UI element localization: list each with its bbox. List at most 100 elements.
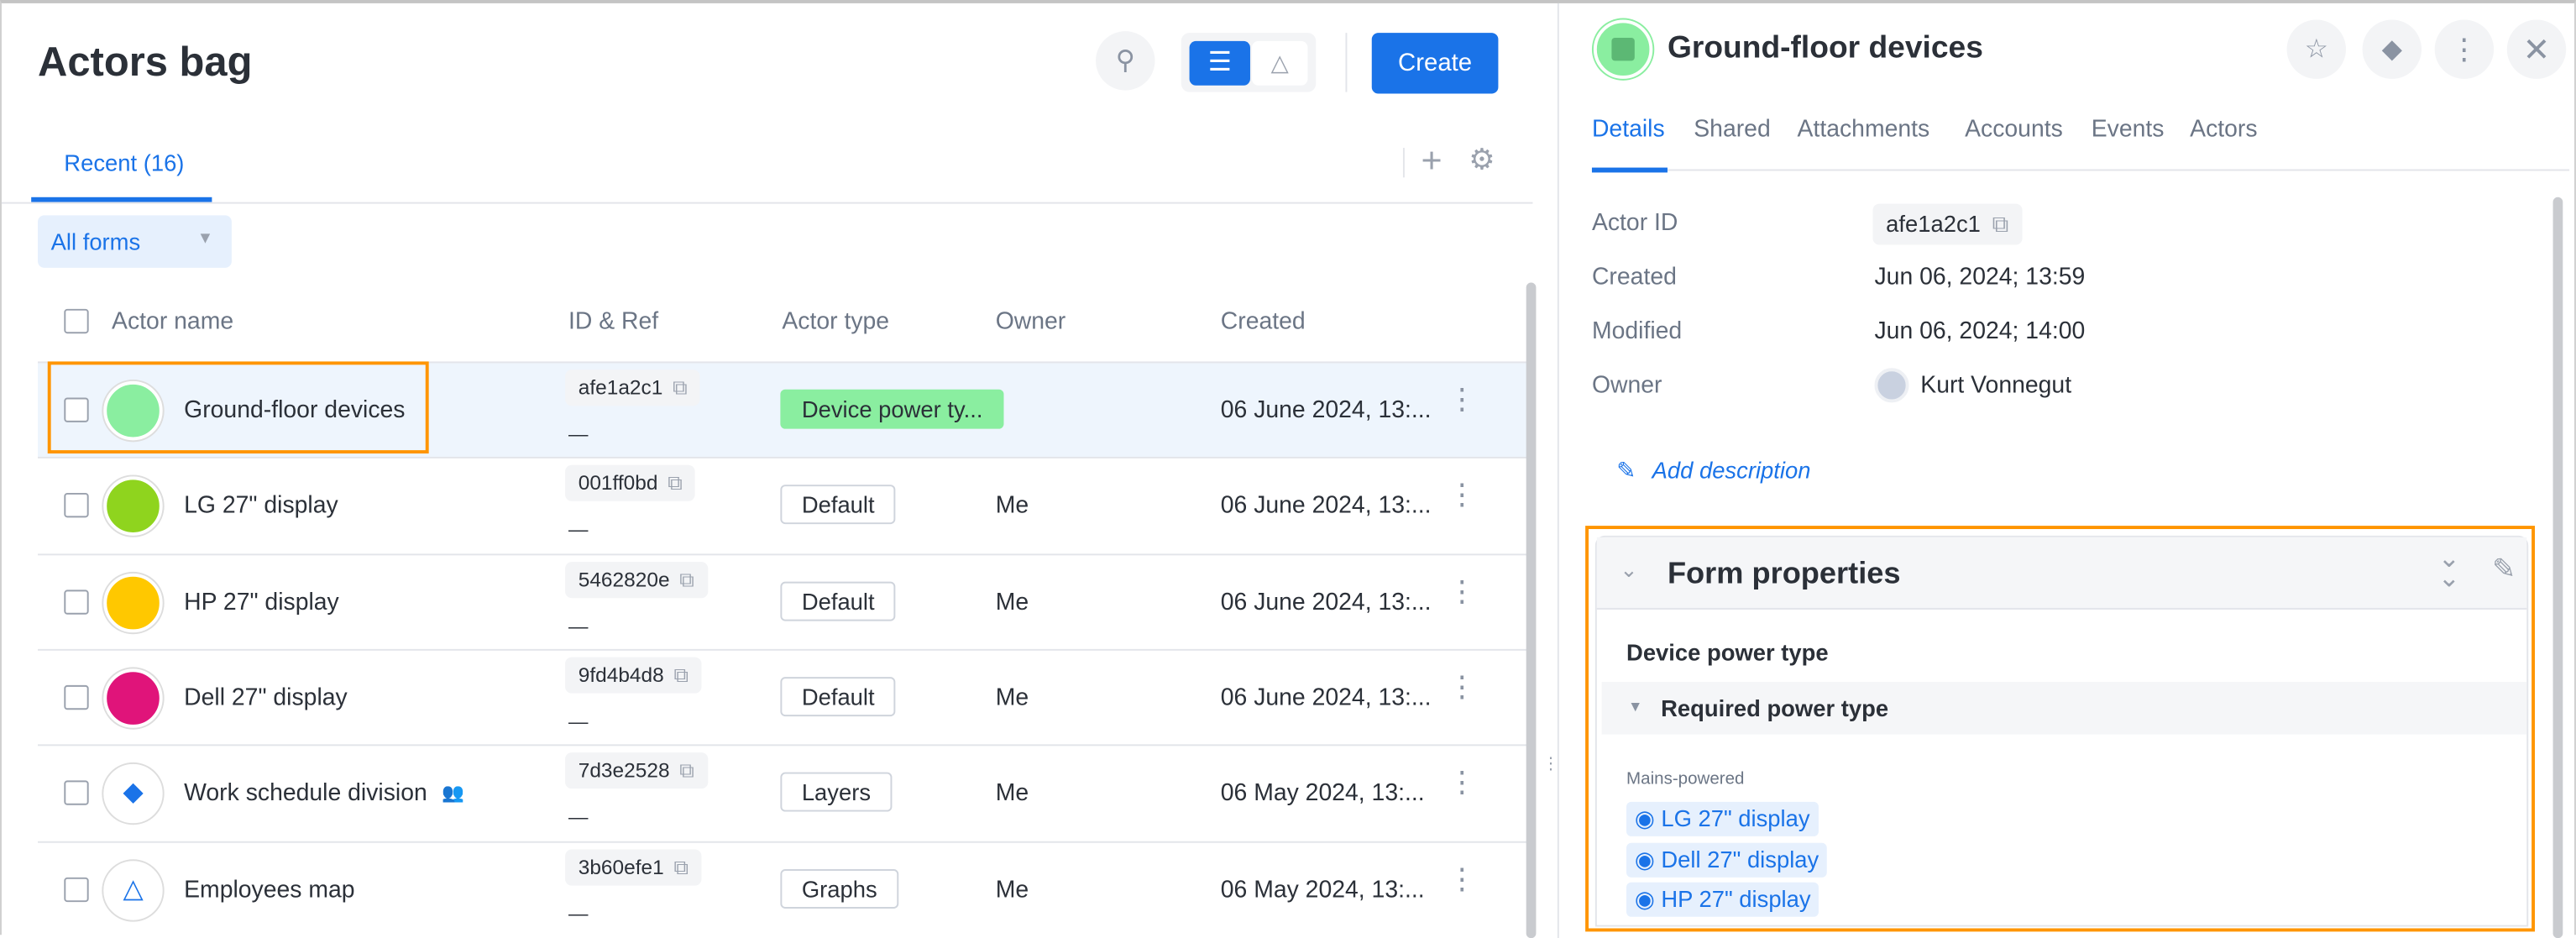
row-more-icon[interactable]: ⋮ [1448,863,1477,893]
actor-ref: — [568,901,589,925]
actor-id-chip[interactable]: 5462820e ⧉ [565,561,708,598]
copy-icon[interactable]: ⧉ [679,759,694,782]
actor-name[interactable]: HP 27" display [184,590,339,616]
row-more-icon[interactable]: ⋮ [1448,576,1477,605]
detail-tab-underline [1591,167,1668,173]
actor-name[interactable]: Work schedule division [184,781,427,807]
copy-icon[interactable]: ⧉ [668,472,682,495]
add-tab-button[interactable]: + [1421,139,1442,182]
owner-avatar [1874,368,1909,403]
actor-id-chip[interactable]: 7d3e2528 ⧉ [565,752,708,789]
pencil-icon: ✎ [1616,456,1636,484]
actor-name[interactable]: Dell 27" display [184,685,348,711]
table-row[interactable]: ◆ Work schedule division 👥 7d3e2528 ⧉ — L… [38,744,1533,840]
actor-avatar: △ [103,860,163,920]
actor-ref: — [568,613,589,637]
actor-created: 06 June 2024, 13:... [1220,397,1432,424]
row-more-icon[interactable]: ⋮ [1448,768,1477,797]
table-row[interactable]: △ Employees map 3b60efe1 ⧉ — Graphs Me 06… [38,840,1533,935]
actor-avatar [1593,19,1653,79]
favorite-button[interactable]: ☆ [2286,19,2347,79]
copy-icon[interactable]: ⧉ [679,568,694,590]
graph-view-icon: △ [1270,49,1289,76]
copy-icon[interactable]: ⧉ [1992,210,2009,236]
row-checkbox[interactable] [64,589,89,614]
actor-created: 06 June 2024, 13:... [1220,493,1432,520]
row-checkbox[interactable] [64,876,89,902]
table-row[interactable]: Dell 27" display 9fd4b4d8 ⧉ — Default Me … [38,648,1533,744]
actor-id-chip[interactable]: afe1a2c1 ⧉ [1872,203,2022,245]
detail-tab-accounts[interactable]: Accounts [1965,117,2063,143]
panel-splitter[interactable]: ⋮ [1533,3,1559,938]
field-label-created: Created [1591,265,1677,291]
copy-icon[interactable]: ⧉ [673,663,688,686]
divider [1345,33,1348,92]
detail-tab-events[interactable]: Events [2092,117,2165,143]
actor-type-badge: Default [780,676,897,716]
select-all-checkbox[interactable] [64,308,89,334]
plus-icon: + [1421,139,1442,181]
form-filter-dropdown[interactable]: All forms ▼ [38,215,232,268]
list-view-button[interactable]: ☰ [1189,40,1250,86]
actor-id-chip[interactable]: 3b60efe1 ⧉ [565,848,702,885]
table-row[interactable]: LG 27" display 001ff0bd ⧉ — Default Me 06… [38,457,1533,553]
tab-recent[interactable]: Recent (16) [64,149,184,176]
column-header-created[interactable]: Created [1221,309,1306,335]
actor-id: 9fd4b4d8 [578,663,664,687]
image-icon [1611,38,1635,61]
divider [1402,148,1405,178]
actor-avatar [103,573,163,632]
row-checkbox[interactable] [64,684,89,710]
copy-icon[interactable]: ⧉ [673,855,688,878]
actor-id-chip[interactable]: afe1a2c1 ⧉ [565,369,701,406]
actor-owner: Me [995,780,1029,808]
graph-icon: △ [123,874,144,904]
layers-button[interactable]: ◆ [2362,19,2422,79]
actor-id-chip[interactable]: 9fd4b4d8 ⧉ [565,657,702,694]
detail-tab-actors[interactable]: Actors [2190,117,2257,143]
field-label-modified: Modified [1591,318,1683,345]
actor-type-badge: Graphs [780,868,899,909]
copy-icon[interactable]: ⧉ [673,376,687,399]
column-header-actor-name[interactable]: Actor name [112,309,233,335]
actor-owner: Me [995,589,1029,616]
detail-tab-shared[interactable]: Shared [1694,117,1771,143]
actor-id: 5462820e [578,568,670,591]
row-more-icon[interactable]: ⋮ [1448,385,1477,414]
gear-icon: ⚙ [1469,143,1495,176]
actor-name[interactable]: LG 27" display [184,494,338,520]
actor-name[interactable]: Employees map [184,877,354,903]
view-toggle: ☰ △ [1181,33,1317,92]
graph-view-button[interactable]: △ [1251,40,1308,86]
actor-avatar [103,668,163,728]
highlight-box [1585,526,2536,932]
table-row[interactable]: HP 27" display 5462820e ⧉ — Default Me 06… [38,553,1533,648]
actor-id: afe1a2c1 [578,376,663,400]
create-button[interactable]: Create [1371,33,1499,94]
actor-created: 06 June 2024, 13:... [1220,589,1432,616]
list-view-icon: ☰ [1207,49,1232,77]
field-value-modified: Jun 06, 2024; 14:00 [1874,318,2086,345]
add-description-button[interactable]: ✎ Add description [1616,457,1810,485]
detail-tab-details[interactable]: Details [1592,117,1665,143]
row-checkbox[interactable] [64,780,89,806]
column-header-id-ref[interactable]: ID & Ref [568,309,658,335]
actor-avatar [103,476,163,537]
actor-owner: Me [995,493,1029,520]
more-button[interactable]: ⋮ [2434,19,2495,79]
close-icon: ✕ [2522,32,2551,69]
actor-id-chip[interactable]: 001ff0bd ⧉ [565,465,696,502]
close-button[interactable]: ✕ [2506,19,2567,79]
owner-link[interactable]: Kurt Vonnegut [1920,373,2071,399]
search-button[interactable]: ⚲ [1096,31,1155,91]
actor-created: 06 June 2024, 13:... [1220,684,1432,711]
column-header-actor-type[interactable]: Actor type [782,309,889,335]
row-more-icon[interactable]: ⋮ [1448,672,1477,701]
detail-scrollbar[interactable] [2552,197,2563,938]
tab-settings-button[interactable]: ⚙ [1469,143,1495,177]
column-header-owner[interactable]: Owner [996,309,1066,335]
detail-tab-attachments[interactable]: Attachments [1798,117,1930,143]
row-more-icon[interactable]: ⋮ [1448,480,1477,510]
row-checkbox[interactable] [64,493,89,518]
detail-title: Ground-floor devices [1667,31,1983,66]
